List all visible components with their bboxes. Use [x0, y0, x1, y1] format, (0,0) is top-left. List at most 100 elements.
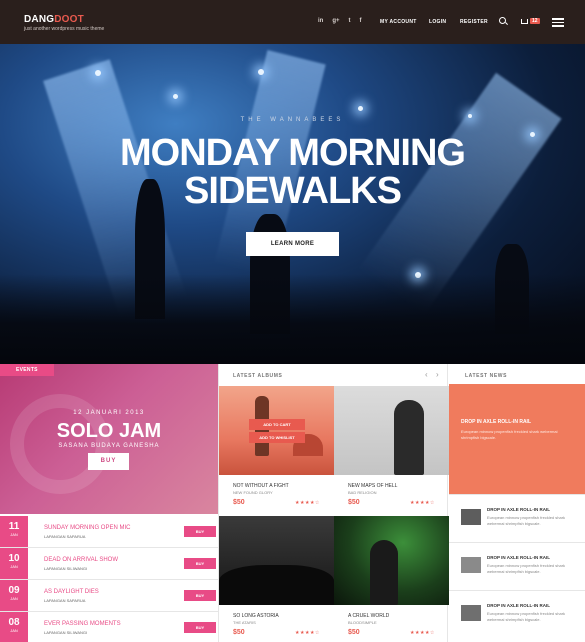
album-artist: NEW FOUND GLORY [233, 490, 273, 495]
album-title[interactable]: SO LONG ASTORIA [233, 613, 279, 619]
album-price: $50 [233, 629, 245, 636]
hero-subtitle: THE WANNABEES [240, 117, 345, 123]
hero-title-line-2: SIDEWALKS [184, 170, 402, 212]
event-name[interactable]: SUNDAY MORNING OPEN MIC [44, 525, 130, 531]
google-plus-icon[interactable]: g+ [332, 18, 339, 24]
event-buy-button[interactable]: BUY [184, 558, 216, 569]
news-thumbnail[interactable] [461, 557, 481, 573]
event-location: LAPANGAN SAPARUA [44, 598, 86, 603]
album-title[interactable]: NEW MAPS OF HELL [348, 483, 397, 489]
album-rating: ★★★★☆ [410, 630, 435, 636]
social-links: in g+ t f [318, 18, 362, 24]
event-date-badge: 10 JAN [0, 548, 28, 579]
event-location: LAPANGAN SAPARUA [44, 534, 86, 539]
hero-title-line-1: MONDAY MORNING [120, 132, 466, 174]
site-tagline: just another wordpress music theme [24, 26, 105, 32]
album-rating: ★★★★☆ [295, 630, 320, 636]
featured-news-excerpt: European minnow propenfish freckled shar… [461, 429, 558, 440]
stage-light [173, 94, 178, 99]
logo-accent-text: DOOT [54, 14, 84, 25]
cart-count-badge: 12 [530, 18, 540, 24]
news-excerpt: European minnow propenfish freckled shar… [487, 611, 566, 622]
event-name[interactable]: DEAD ON ARRIVAL SHOW [44, 557, 118, 563]
news-thumbnail[interactable] [461, 605, 481, 621]
cart-button[interactable]: 12 [521, 18, 540, 24]
event-row: 10 JAN DEAD ON ARRIVAL SHOW LAPANGAN SILI… [0, 548, 218, 580]
singer-figure [370, 540, 398, 605]
news-title[interactable]: DROP IN AXLE ROLL-IN RAIL [487, 603, 550, 608]
news-heading: LATEST NEWS [465, 373, 508, 379]
learn-more-button[interactable]: LEARN MORE [246, 232, 339, 256]
news-excerpt: European minnow propenfish freckled shar… [487, 563, 566, 574]
nav-register[interactable]: REGISTER [460, 19, 488, 25]
featured-event-title: SOLO JAM [56, 420, 162, 442]
album-rating: ★★★★☆ [295, 500, 320, 506]
featured-news[interactable]: DROP IN AXLE ROLL-IN RAIL European minno… [449, 384, 585, 494]
news-item[interactable]: DROP IN AXLE ROLL-IN RAIL European minno… [449, 542, 585, 587]
album-price: $50 [348, 499, 360, 506]
event-name[interactable]: AS DAYLIGHT DIES [44, 589, 99, 595]
stage-light [95, 70, 101, 76]
featured-news-title[interactable]: DROP IN AXLE ROLL-IN RAIL [461, 419, 531, 425]
event-date-badge: 09 JAN [0, 580, 28, 611]
album-artist: BLOODSIMPLE [348, 620, 377, 625]
search-icon[interactable] [499, 17, 506, 24]
album-rating: ★★★★☆ [410, 500, 435, 506]
event-buy-button[interactable]: BUY [184, 590, 216, 601]
add-to-wishlist-button[interactable]: ADD TO WHISLIST [249, 432, 305, 443]
albums-heading: LATEST ALBUMS [233, 373, 283, 379]
featured-event-venue: SASANA BUDAYA GANESHA [58, 443, 160, 449]
nav-login[interactable]: LOGIN [429, 19, 446, 25]
album-cover[interactable] [219, 386, 334, 475]
stage-light [258, 69, 264, 75]
featured-event-buy-button[interactable]: BUY [88, 453, 129, 470]
logo-main-text: DANG [24, 14, 55, 25]
facebook-icon[interactable]: f [360, 18, 362, 24]
album-artist: BAD RELIGION [348, 490, 377, 495]
hero-banner: THE WANNABEES MONDAY MORNING SIDEWALKS L… [0, 44, 585, 364]
site-header: DANGDOOT just another wordpress music th… [0, 0, 585, 44]
prev-arrow-icon[interactable]: ‹ [425, 370, 428, 379]
cart-icon [521, 18, 528, 24]
album-title[interactable]: NOT WITHOUT A FIGHT [233, 483, 289, 489]
album-title[interactable]: A CRUEL WORLD [348, 613, 389, 619]
news-item[interactable]: DROP IN AXLE ROLL-IN RAIL European minno… [449, 590, 585, 635]
album-cover[interactable] [334, 386, 449, 475]
hamburger-menu-icon[interactable] [552, 18, 564, 27]
news-title[interactable]: DROP IN AXLE ROLL-IN RAIL [487, 507, 550, 512]
album-card[interactable]: SO LONG ASTORIA THE ATARIS $50 ★★★★☆ [219, 516, 334, 642]
event-buy-button[interactable]: BUY [184, 622, 216, 633]
news-thumbnail[interactable] [461, 509, 481, 525]
next-arrow-icon[interactable]: › [436, 370, 439, 379]
nav-my-account[interactable]: MY ACCOUNT [380, 19, 417, 25]
event-row: 08 JAN EVER PASSING MOMENTS LAPANGAN SILI… [0, 612, 218, 642]
news-title[interactable]: DROP IN AXLE ROLL-IN RAIL [487, 555, 550, 560]
event-location: LAPANGAN SILIWANGI [44, 566, 88, 571]
latest-news-section: LATEST NEWS DROP IN AXLE ROLL-IN RAIL Eu… [449, 364, 585, 642]
album-cover[interactable] [334, 516, 449, 605]
event-location: LAPANGAN SILIWANGI [44, 630, 88, 635]
event-row: 11 JAN SUNDAY MORNING OPEN MIC LAPANGAN S… [0, 516, 218, 548]
add-to-cart-button[interactable]: ADD TO CART [249, 419, 305, 430]
album-card[interactable]: A CRUEL WORLD BLOODSIMPLE $50 ★★★★☆ [334, 516, 449, 642]
stage-light [358, 106, 363, 111]
linkedin-icon[interactable]: in [318, 18, 323, 24]
event-row: 09 JAN AS DAYLIGHT DIES LAPANGAN SAPARUA … [0, 580, 218, 612]
crowd-silhouette [0, 274, 585, 364]
album-price: $50 [348, 629, 360, 636]
event-date-badge: 08 JAN [0, 612, 28, 642]
event-buy-button[interactable]: BUY [184, 526, 216, 537]
album-card[interactable]: NEW MAPS OF HELL BAD RELIGION $50 ★★★★☆ [334, 386, 449, 516]
twitter-icon[interactable]: t [349, 18, 351, 24]
events-tag: EVENTS [0, 364, 54, 376]
event-name[interactable]: EVER PASSING MOMENTS [44, 621, 121, 627]
crowd-graphic [219, 565, 334, 605]
album-cover[interactable] [219, 516, 334, 605]
news-excerpt: European minnow propenfish freckled shar… [487, 515, 566, 526]
logo[interactable]: DANGDOOT [24, 14, 84, 25]
album-price: $50 [233, 499, 245, 506]
latest-albums-section: LATEST ALBUMS ‹ › ADD TO CART ADD TO WHI… [218, 364, 449, 642]
featured-event-date: 12 JANUARI 2013 [73, 410, 145, 416]
news-item[interactable]: DROP IN AXLE ROLL-IN RAIL European minno… [449, 494, 585, 539]
album-card[interactable]: ADD TO CART ADD TO WHISLIST NOT WITHOUT … [219, 386, 334, 516]
